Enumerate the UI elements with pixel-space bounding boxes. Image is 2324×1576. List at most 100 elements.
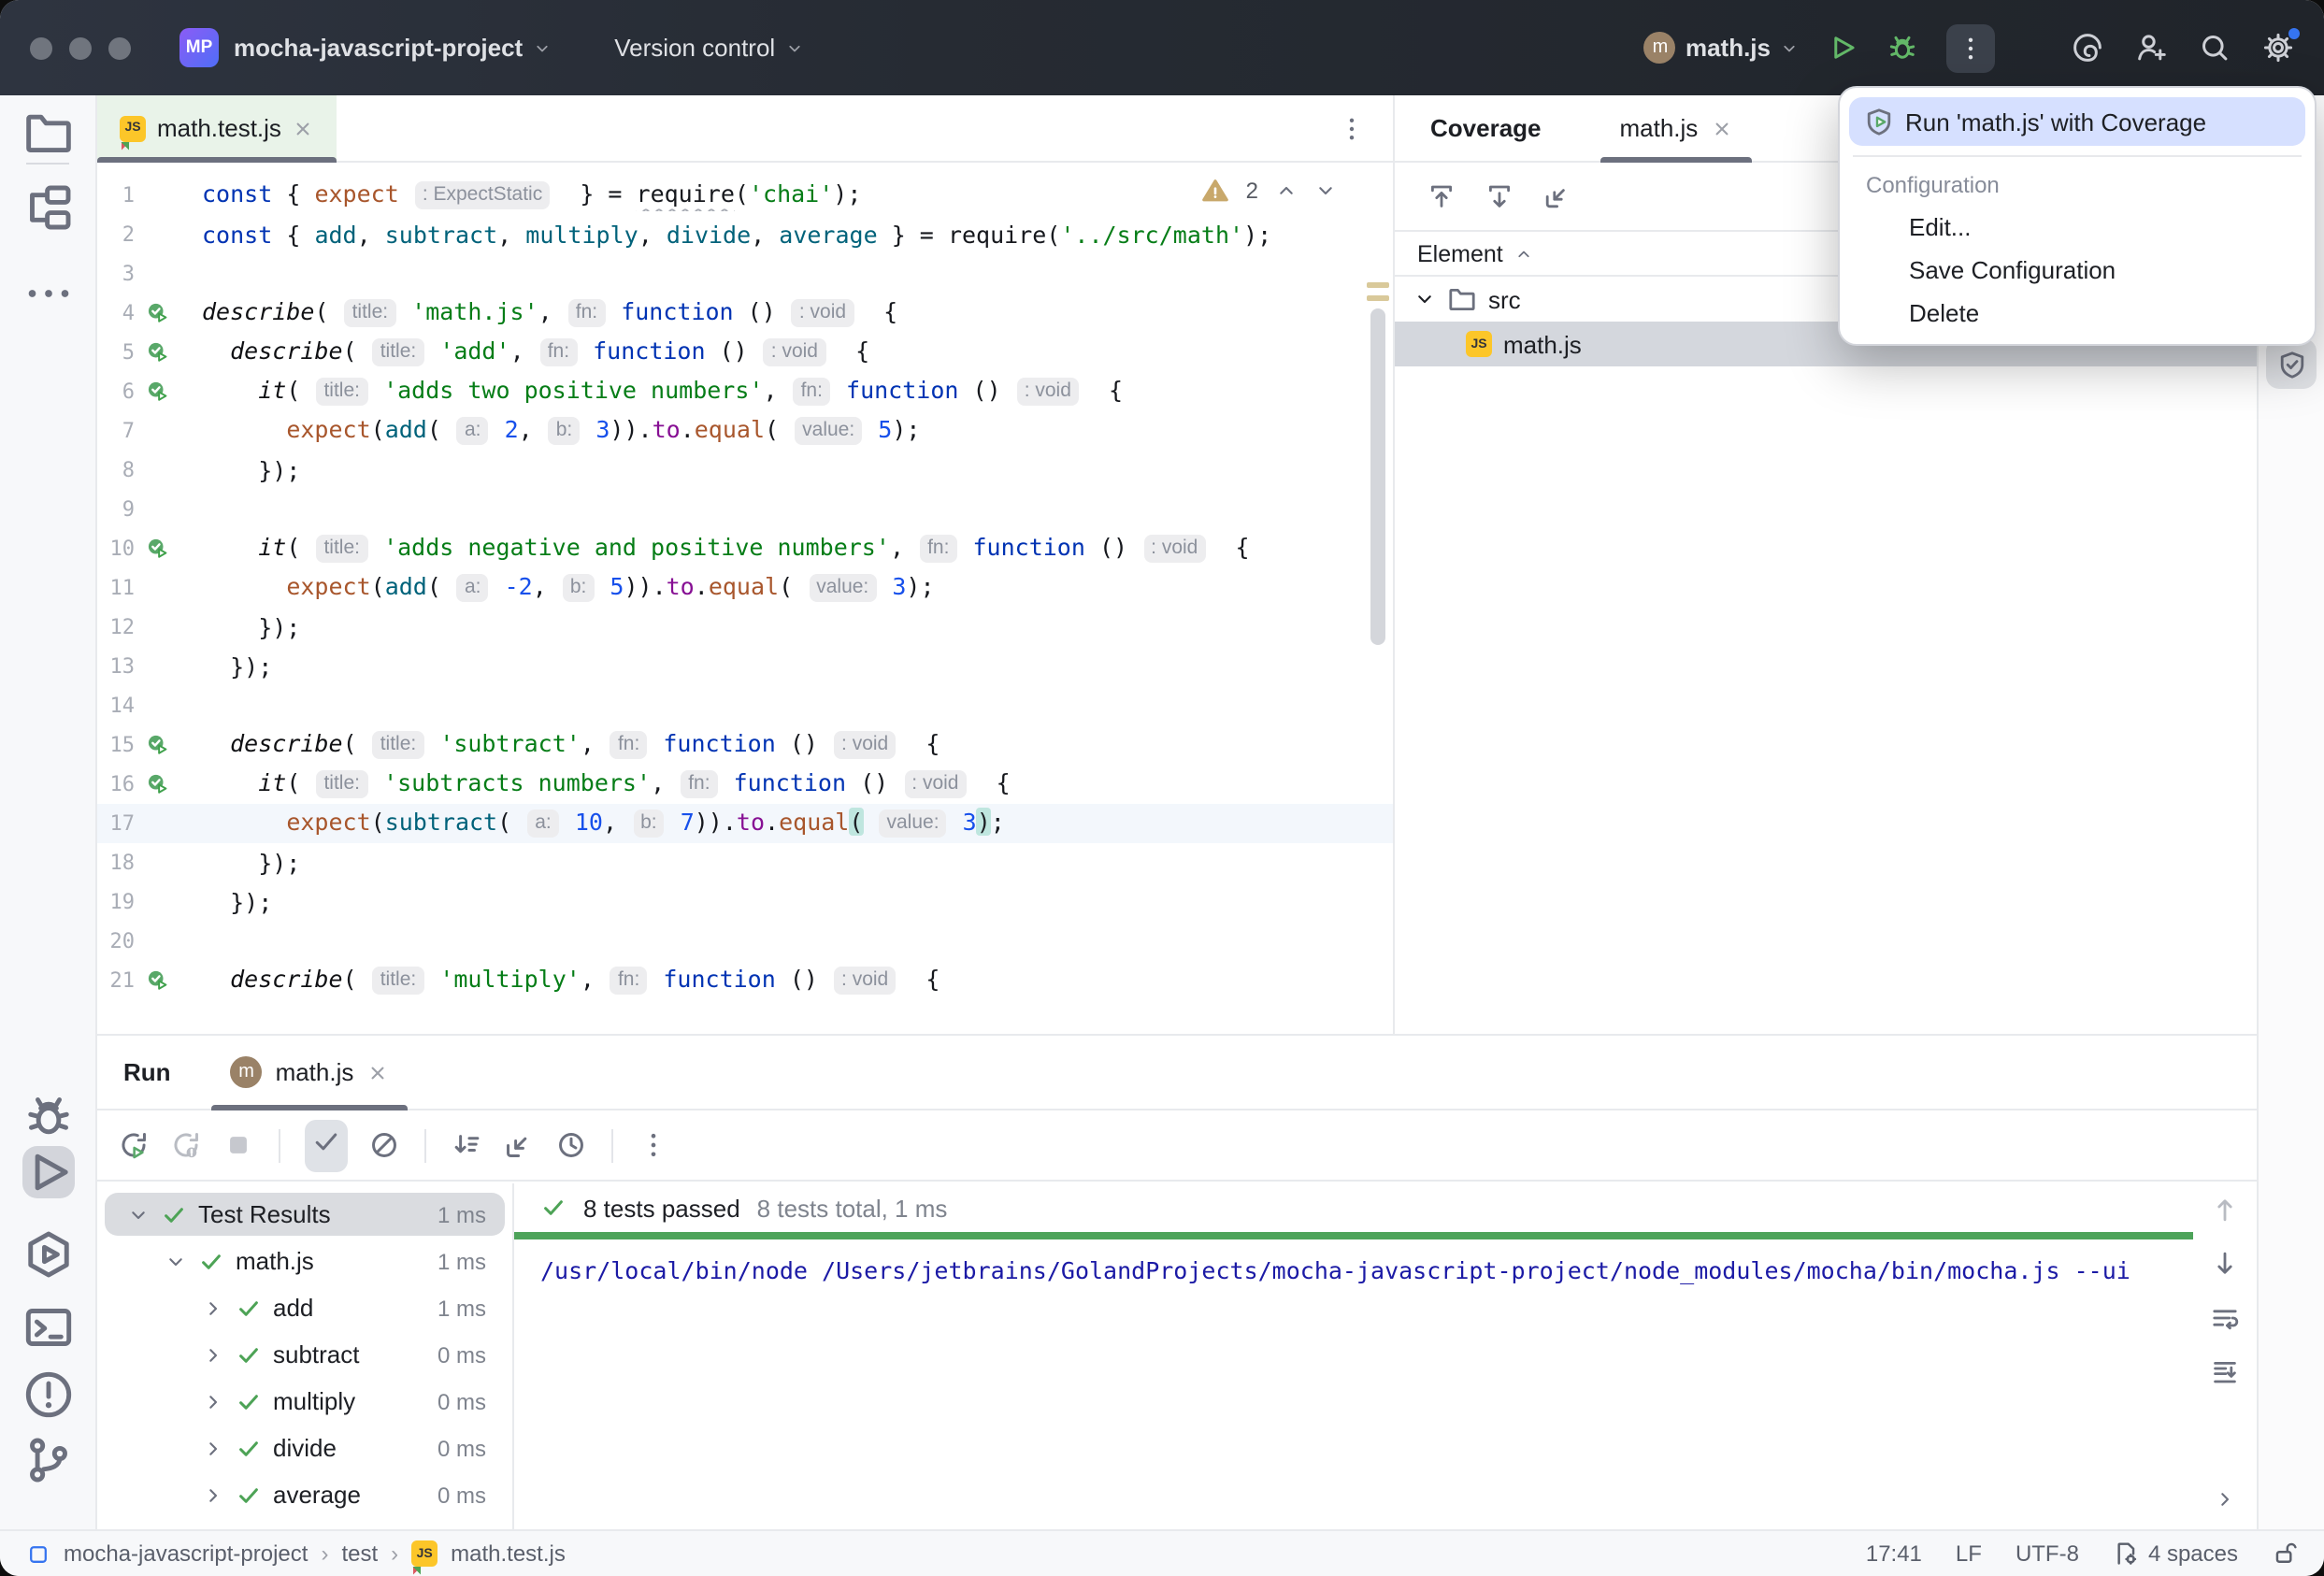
code-line-6[interactable]: 6 it( title: 'adds two positive numbers'… [97, 372, 1393, 411]
next-problem-icon[interactable] [1314, 179, 1337, 202]
chevron-down-icon[interactable] [1413, 288, 1436, 310]
code-line-21[interactable]: 21 describe( title: 'multiply', fn: func… [97, 961, 1393, 1000]
code-text[interactable]: }); [202, 613, 1393, 641]
code-line-7[interactable]: 7 expect(add( a: 2, b: 3)).to.equal( val… [97, 411, 1393, 451]
tool-problems-icon[interactable] [22, 1368, 74, 1421]
chevron-right-icon[interactable] [202, 1390, 224, 1412]
test-passed-run-icon[interactable] [146, 733, 170, 757]
code-line-13[interactable]: 13 }); [97, 647, 1393, 686]
test-passed-run-icon[interactable] [146, 772, 170, 796]
chevron-right-icon[interactable] [202, 1343, 224, 1366]
console-soft-wrap-button[interactable] [2210, 1303, 2240, 1333]
test-tree-row-divide[interactable]: divide0 ms [97, 1425, 512, 1471]
menu-item-edit-[interactable]: Edit... [1849, 206, 2305, 249]
menu-item-delete[interactable]: Delete [1849, 292, 2305, 335]
code-text[interactable]: }); [202, 652, 1393, 681]
code-line-18[interactable]: 18 }); [97, 843, 1393, 882]
breadcrumb-item[interactable]: test [341, 1540, 378, 1567]
test-passed-run-icon[interactable] [146, 301, 170, 325]
code-text[interactable]: expect(add( a: 2, b: 3)).to.equal( value… [202, 415, 1393, 447]
console-scroll-end-button[interactable] [2210, 1357, 2240, 1387]
test-tree-row-add[interactable]: add1 ms [97, 1284, 512, 1331]
close-window-button[interactable] [30, 36, 52, 59]
code-line-3[interactable]: 3 [97, 254, 1393, 294]
code-text[interactable]: describe( title: 'multiply', fn: functio… [202, 965, 1393, 996]
coverage-download-down-button[interactable] [1485, 181, 1514, 211]
close-tab-icon[interactable] [293, 117, 315, 139]
tool-more-icon[interactable] [22, 267, 74, 320]
run-toolbar-ban-button[interactable] [368, 1129, 400, 1161]
test-tree-row-multiply[interactable]: multiply0 ms [97, 1378, 512, 1425]
code-line-10[interactable]: 10 it( title: 'adds negative and positiv… [97, 529, 1393, 568]
code-text[interactable]: describe( title: 'math.js', fn: function… [202, 297, 1393, 329]
lock-open-icon[interactable] [2272, 1540, 2298, 1567]
minimize-window-button[interactable] [69, 36, 92, 59]
chevron-right-icon[interactable] [202, 1297, 224, 1319]
show-passed-toggle[interactable] [305, 1119, 348, 1171]
coverage-export-up-button[interactable] [1427, 181, 1456, 211]
tab-options-icon[interactable] [1337, 113, 1367, 143]
chevron-down-icon[interactable] [127, 1203, 150, 1225]
run-toolbar-kebab-button[interactable] [638, 1129, 669, 1161]
more-run-actions-button[interactable] [1946, 23, 1995, 72]
test-passed-run-icon[interactable] [146, 380, 170, 404]
test-passed-run-icon[interactable] [146, 968, 170, 993]
tool-structure-icon[interactable] [22, 181, 74, 234]
code-text[interactable]: const { add, subtract, multiply, divide,… [202, 221, 1393, 249]
debug-button[interactable] [1886, 32, 1918, 64]
console-arrow-down-button[interactable] [2210, 1249, 2240, 1279]
close-coverage-tab-icon[interactable] [1711, 117, 1733, 139]
tool-run-play-icon[interactable] [22, 1146, 74, 1198]
inspections-widget[interactable]: 2 [1203, 178, 1337, 204]
console-expand-icon[interactable] [2214, 1488, 2236, 1511]
tool-terminal-icon[interactable] [22, 1301, 74, 1354]
code-text[interactable]: describe( title: 'subtract', fn: functio… [202, 729, 1393, 761]
console-arrow-up-button[interactable] [2210, 1195, 2240, 1225]
add-user-icon[interactable] [2135, 32, 2167, 64]
run-button[interactable] [1827, 32, 1858, 64]
code-text[interactable]: expect(subtract( a: 10, b: 7)).to.equal(… [202, 808, 1393, 839]
code-line-2[interactable]: 2const { add, subtract, multiply, divide… [97, 215, 1393, 254]
tool-bug-icon[interactable] [22, 1090, 74, 1142]
file-encoding[interactable]: UTF-8 [2016, 1540, 2079, 1567]
test-passed-run-icon[interactable] [146, 537, 170, 561]
chevron-right-icon[interactable] [202, 1483, 224, 1506]
run-toolbar-rerun-failed-button[interactable] [170, 1129, 202, 1161]
coverage-tab-mathjs[interactable]: math.js [1613, 94, 1742, 162]
code-text[interactable]: expect(add( a: -2, b: 5)).to.equal( valu… [202, 572, 1393, 604]
chevron-right-icon[interactable] [202, 1437, 224, 1459]
test-tree-row-test-results[interactable]: Test Results1 ms [97, 1191, 512, 1238]
search-icon[interactable] [2199, 32, 2231, 64]
code-text[interactable]: }); [202, 456, 1393, 484]
test-console[interactable]: 8 tests passed 8 tests total, 1 ms /usr/… [514, 1183, 2193, 1529]
code-text[interactable]: it( title: 'adds two positive numbers', … [202, 376, 1393, 408]
code-line-11[interactable]: 11 expect(add( a: -2, b: 5)).to.equal( v… [97, 568, 1393, 608]
code-line-20[interactable]: 20 [97, 922, 1393, 961]
test-tree-row-average[interactable]: average0 ms [97, 1471, 512, 1518]
test-passed-run-icon[interactable] [146, 340, 170, 365]
run-toolbar-import-corner-button[interactable] [503, 1129, 535, 1161]
coverage-import-corner-button[interactable] [1542, 181, 1572, 211]
code-line-4[interactable]: 4describe( title: 'math.js', fn: functio… [97, 294, 1393, 333]
run-toolbar-sort-down-button[interactable] [451, 1129, 482, 1161]
tool-folder-icon[interactable] [22, 107, 74, 159]
code-text[interactable]: describe( title: 'add', fn: function () … [202, 337, 1393, 368]
menu-item-save-configuration[interactable]: Save Configuration [1849, 249, 2305, 292]
run-toolbar-clock-button[interactable] [555, 1129, 587, 1161]
code-text[interactable]: }); [202, 888, 1393, 916]
version-control-menu[interactable]: Version control [614, 34, 803, 62]
code-line-9[interactable]: 9 [97, 490, 1393, 529]
code-line-16[interactable]: 16 it( title: 'subtracts numbers', fn: f… [97, 765, 1393, 804]
menu-item-run-with-coverage[interactable]: Run 'math.js' with Coverage [1849, 97, 2305, 146]
gear-icon[interactable] [2262, 32, 2294, 64]
test-tree-row-math.js[interactable]: math.js1 ms [97, 1238, 512, 1284]
run-toolbar-check-button[interactable] [310, 1125, 342, 1156]
code-line-17[interactable]: 17 expect(subtract( a: 10, b: 7)).to.equ… [97, 804, 1393, 843]
code-text[interactable]: }); [202, 849, 1393, 877]
ai-icon[interactable] [2072, 32, 2103, 64]
code-line-19[interactable]: 19 }); [97, 882, 1393, 922]
tool-services-icon[interactable] [22, 1228, 74, 1281]
prev-problem-icon[interactable] [1275, 179, 1298, 202]
project-menu[interactable]: mocha-javascript-project [234, 34, 551, 62]
code-line-12[interactable]: 12 }); [97, 608, 1393, 647]
